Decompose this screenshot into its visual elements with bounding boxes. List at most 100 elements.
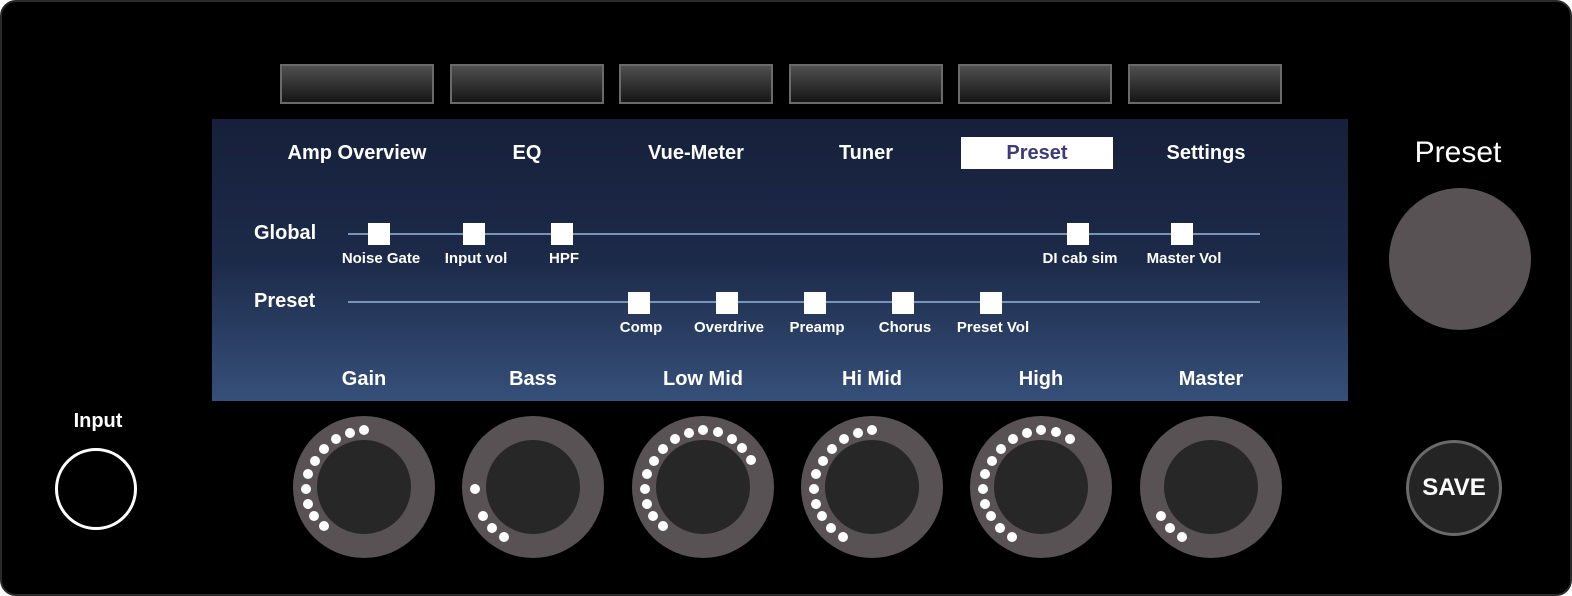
- tab-settings[interactable]: Settings: [1130, 137, 1282, 169]
- knob-level-dot: [642, 499, 652, 509]
- knob-level-dot: [737, 443, 747, 453]
- knob-level-dot: [1022, 428, 1032, 438]
- knob-level-dot: [980, 469, 990, 479]
- knob-level-dot: [303, 469, 313, 479]
- knob-level-dot: [658, 444, 668, 454]
- tab-select-button-amp-overview[interactable]: [280, 64, 434, 104]
- knob-level-dot: [698, 425, 708, 435]
- preset-node-label: Chorus: [878, 319, 932, 336]
- knob-level-dot: [478, 511, 488, 521]
- tab-preset[interactable]: Preset: [961, 137, 1113, 169]
- global-node-label: DI cab sim: [1042, 250, 1118, 267]
- knob-level-dot: [727, 434, 737, 444]
- knob-level-dot: [470, 484, 480, 494]
- knob-level-dot: [319, 444, 329, 454]
- global-node-label: Input vol: [444, 250, 508, 267]
- knob-level-dot: [817, 511, 827, 521]
- tab-select-button-preset[interactable]: [958, 64, 1112, 104]
- knob-level-dot: [319, 521, 329, 531]
- knob-level-dot: [986, 511, 996, 521]
- knob-level-dot: [746, 455, 756, 465]
- preset-row-label: Preset: [254, 290, 316, 312]
- global-row-label: Global: [254, 222, 317, 244]
- knob-level-dot: [853, 428, 863, 438]
- preset-encoder-knob[interactable]: [1389, 188, 1531, 330]
- knob-level-dot: [331, 434, 341, 444]
- knob-level-dot: [713, 427, 723, 437]
- knob-level-dot: [1065, 434, 1075, 444]
- knob-level-dot: [1036, 425, 1046, 435]
- tab-amp-overview[interactable]: Amp Overview: [281, 137, 433, 169]
- global-node-label: Noise Gate: [341, 250, 421, 267]
- knob-level-dot: [995, 523, 1005, 533]
- knob-level-dot: [818, 456, 828, 466]
- knob-level-dot: [642, 469, 652, 479]
- input-jack[interactable]: [55, 448, 137, 530]
- tab-select-button-eq[interactable]: [450, 64, 604, 104]
- preset-node-preset-vol[interactable]: [980, 292, 1002, 314]
- global-node-di-cab-sim[interactable]: [1067, 223, 1089, 245]
- knob-level-dot: [487, 523, 497, 533]
- hi-mid-knob[interactable]: [801, 416, 943, 558]
- knob-level-dot: [1177, 532, 1187, 542]
- knob-label-master: Master: [1178, 368, 1244, 390]
- knob-level-dot: [811, 469, 821, 479]
- knob-level-dot: [345, 428, 355, 438]
- tab-select-button-tuner[interactable]: [789, 64, 943, 104]
- amp-panel: Amp Overview EQ Vue-Meter Tuner Preset S…: [0, 0, 1572, 596]
- preset-node-label: Comp: [619, 319, 663, 336]
- knob-label-high: High: [1018, 368, 1064, 390]
- knob-level-dot: [996, 444, 1006, 454]
- knob-level-dot: [809, 484, 819, 494]
- knob-level-dot: [987, 456, 997, 466]
- knob-level-dot: [649, 456, 659, 466]
- master-knob[interactable]: [1140, 416, 1282, 558]
- knob-level-dot: [1051, 427, 1061, 437]
- input-label: Input: [73, 410, 123, 432]
- knob-level-dot: [658, 521, 668, 531]
- knob-level-dot: [303, 499, 313, 509]
- preset-node-label: Overdrive: [693, 319, 765, 336]
- knob-level-dot: [1156, 511, 1166, 521]
- knob-level-dot: [839, 434, 849, 444]
- preset-encoder-label: Preset: [1414, 136, 1502, 169]
- tab-vue-meter[interactable]: Vue-Meter: [620, 137, 772, 169]
- global-node-noise-gate[interactable]: [368, 223, 390, 245]
- global-node-master-vol[interactable]: [1171, 223, 1193, 245]
- preset-node-overdrive[interactable]: [716, 292, 738, 314]
- low-mid-knob[interactable]: [632, 416, 774, 558]
- knob-level-dot: [867, 425, 877, 435]
- tab-select-button-settings[interactable]: [1128, 64, 1282, 104]
- preset-node-comp[interactable]: [628, 292, 650, 314]
- knob-level-dot: [811, 499, 821, 509]
- knob-level-dot: [980, 499, 990, 509]
- preset-node-chorus[interactable]: [892, 292, 914, 314]
- global-node-label: HPF: [549, 250, 579, 267]
- bass-knob[interactable]: [462, 416, 604, 558]
- global-node-hpf[interactable]: [551, 223, 573, 245]
- knob-level-dot: [301, 484, 311, 494]
- knob-label-hi-mid: Hi Mid: [842, 368, 902, 390]
- save-button[interactable]: SAVE: [1406, 440, 1502, 536]
- tab-tuner[interactable]: Tuner: [790, 137, 942, 169]
- knob-level-dot: [640, 484, 650, 494]
- knob-level-dot: [827, 444, 837, 454]
- high-knob[interactable]: [970, 416, 1112, 558]
- knob-level-dot: [670, 434, 680, 444]
- preset-node-label: Preset Vol: [956, 319, 1030, 336]
- gain-knob[interactable]: [293, 416, 435, 558]
- knob-level-dot: [978, 484, 988, 494]
- preset-node-preamp[interactable]: [804, 292, 826, 314]
- knob-level-dot: [1008, 434, 1018, 444]
- knob-level-dot: [1007, 532, 1017, 542]
- tab-eq[interactable]: EQ: [451, 137, 603, 169]
- knob-level-dot: [826, 523, 836, 533]
- knob-level-dot: [684, 428, 694, 438]
- tab-select-button-vue-meter[interactable]: [619, 64, 773, 104]
- global-node-input-vol[interactable]: [463, 223, 485, 245]
- knob-label-gain: Gain: [341, 368, 387, 390]
- knob-level-dot: [1165, 523, 1175, 533]
- knob-level-dot: [359, 425, 369, 435]
- global-node-label: Master Vol: [1146, 250, 1222, 267]
- display-screen: Amp Overview EQ Vue-Meter Tuner Preset S…: [212, 119, 1348, 401]
